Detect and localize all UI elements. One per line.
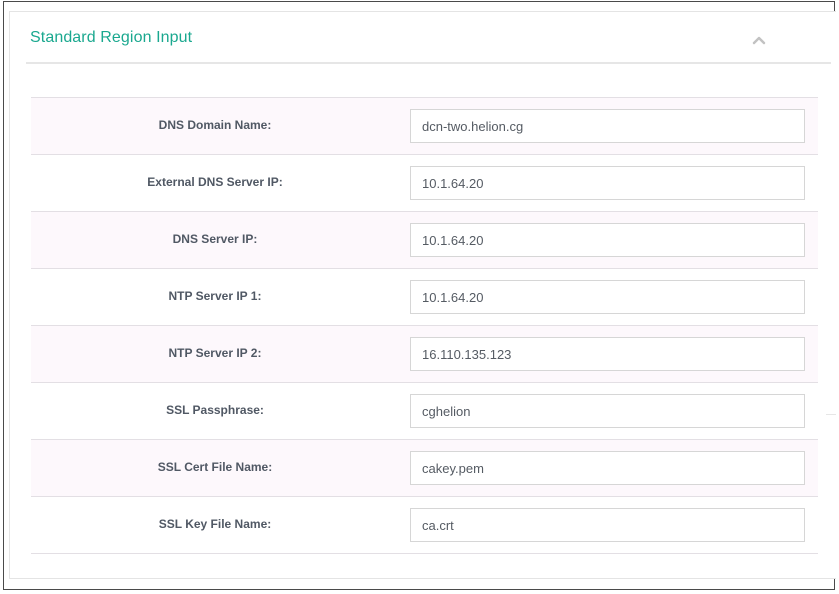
panel-header[interactable]: Standard Region Input (26, 12, 831, 64)
ntp-server-ip-1-input[interactable] (410, 280, 805, 314)
region-form: DNS Domain Name: External DNS Server IP:… (31, 97, 818, 554)
external-dns-server-ip-label: External DNS Server IP: (147, 175, 283, 189)
ssl-key-file-name-label: SSL Key File Name: (158, 517, 272, 531)
external-dns-server-ip-input[interactable] (410, 166, 805, 200)
ssl-passphrase-label: SSL Passphrase: (166, 403, 264, 417)
form-row-dns-server-ip: DNS Server IP: (31, 212, 818, 269)
form-row-ssl-cert-file-name: SSL Cert File Name: (31, 440, 818, 497)
dns-server-ip-input[interactable] (410, 223, 805, 257)
standard-region-input-panel: Standard Region Input DNS Domain Name: E… (9, 11, 836, 579)
form-row-external-dns-server-ip: External DNS Server IP: (31, 155, 818, 212)
form-row-ntp-server-ip-1: NTP Server IP 1: (31, 269, 818, 326)
ssl-cert-file-name-input[interactable] (410, 451, 805, 485)
ssl-key-file-name-input[interactable] (410, 508, 805, 542)
panel-title: Standard Region Input (30, 29, 193, 46)
ntp-server-ip-2-input[interactable] (410, 337, 805, 371)
divider (826, 414, 836, 415)
form-row-ssl-key-file-name: SSL Key File Name: (31, 497, 818, 554)
ssl-cert-file-name-label: SSL Cert File Name: (157, 460, 273, 474)
form-row-dns-domain-name: DNS Domain Name: (31, 98, 818, 155)
chevron-up-icon[interactable] (749, 32, 769, 48)
dns-server-ip-label: DNS Server IP: (172, 232, 258, 246)
ntp-server-ip-2-label: NTP Server IP 2: (168, 346, 262, 360)
dns-domain-name-input[interactable] (410, 109, 805, 143)
ntp-server-ip-1-label: NTP Server IP 1: (168, 289, 262, 303)
form-row-ssl-passphrase: SSL Passphrase: (31, 383, 818, 440)
form-row-ntp-server-ip-2: NTP Server IP 2: (31, 326, 818, 383)
ssl-passphrase-input[interactable] (410, 394, 805, 428)
dns-domain-name-label: DNS Domain Name: (158, 118, 272, 132)
